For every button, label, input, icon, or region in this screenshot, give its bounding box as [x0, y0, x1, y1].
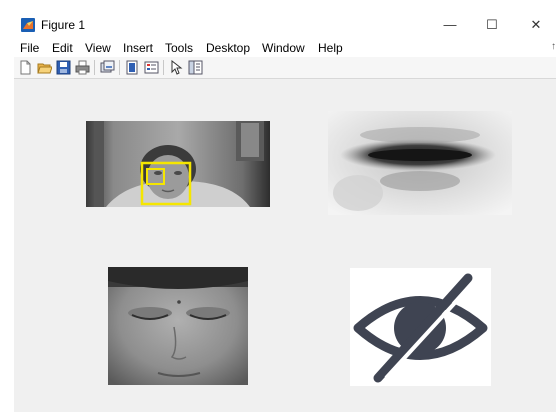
figure-toolbar — [14, 57, 556, 79]
window-title: Figure 1 — [41, 18, 86, 32]
link-plot-icon[interactable] — [100, 60, 115, 75]
open-file-icon[interactable] — [37, 60, 52, 75]
toolbar-separator — [163, 60, 164, 75]
menu-overflow-arrow-icon[interactable]: ↑ — [551, 41, 556, 52]
toolbar-separator — [119, 60, 120, 75]
matlab-logo-icon — [21, 18, 35, 32]
minimize-button[interactable]: — — [430, 14, 470, 36]
menu-window[interactable]: Window — [262, 41, 305, 55]
face-detection-axes[interactable] — [86, 121, 270, 207]
save-icon[interactable] — [56, 60, 71, 75]
menu-tools[interactable]: Tools — [165, 41, 193, 55]
close-button[interactable]: ✕ — [516, 14, 556, 36]
menu-file[interactable]: File — [20, 41, 39, 55]
mouth-region-axes[interactable] — [328, 111, 512, 215]
maximize-button[interactable]: ☐ — [472, 14, 512, 36]
menu-view[interactable]: View — [85, 41, 111, 55]
figure-window: Figure 1 — ☐ ✕ File Edit View Insert Too… — [14, 12, 556, 412]
property-inspector-icon[interactable] — [188, 60, 203, 75]
menu-bar: File Edit View Insert Tools Desktop Wind… — [14, 38, 556, 57]
insert-colorbar-icon[interactable] — [125, 60, 140, 75]
print-icon[interactable] — [75, 60, 90, 75]
title-bar: Figure 1 — ☐ ✕ — [14, 12, 556, 38]
eye-closed-icon — [353, 273, 488, 383]
closed-eyes-face-axes[interactable] — [108, 267, 248, 385]
menu-edit[interactable]: Edit — [52, 41, 73, 55]
eye-closed-status-axes[interactable] — [350, 268, 491, 386]
figure-canvas — [14, 79, 556, 412]
new-figure-icon[interactable] — [18, 60, 33, 75]
insert-legend-icon[interactable] — [144, 60, 159, 75]
edit-plot-pointer-icon[interactable] — [169, 60, 184, 75]
face-detection-box — [140, 161, 192, 206]
menu-desktop[interactable]: Desktop — [206, 41, 250, 55]
toolbar-separator — [94, 60, 95, 75]
menu-help[interactable]: Help — [318, 41, 343, 55]
menu-insert[interactable]: Insert — [123, 41, 153, 55]
